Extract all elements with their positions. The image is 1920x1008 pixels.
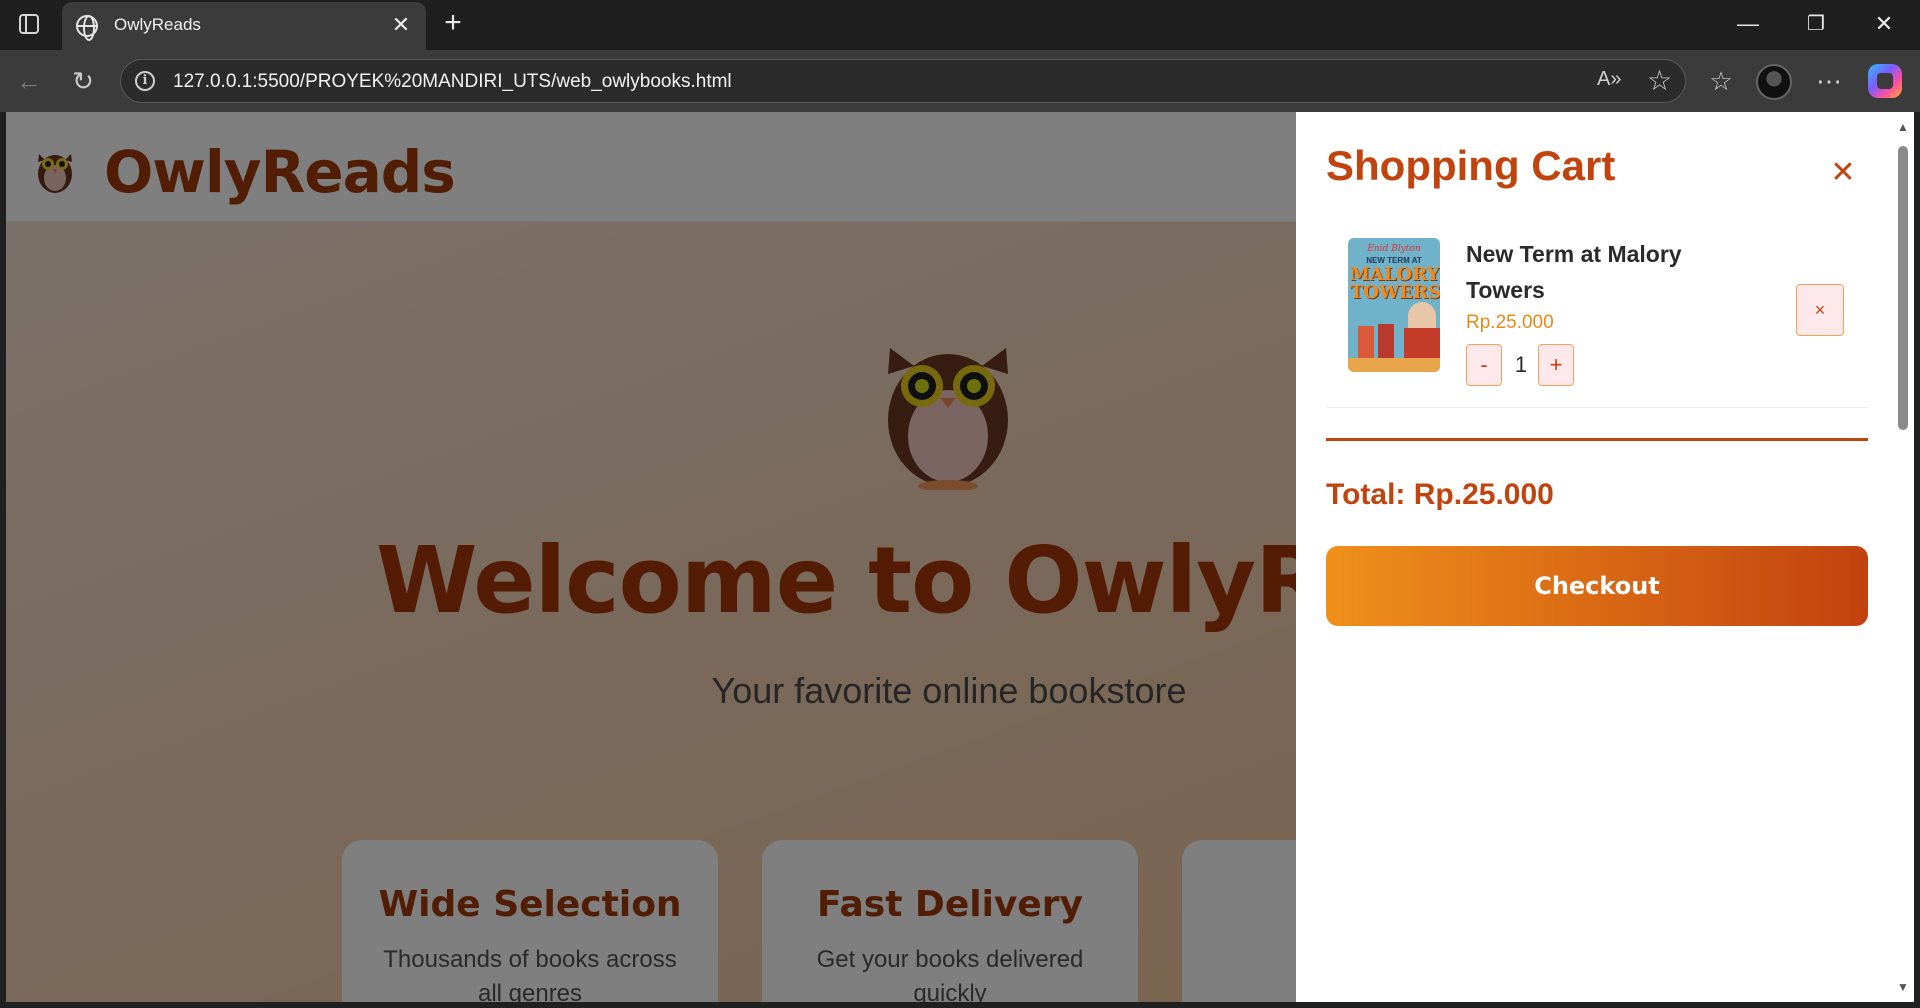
cart-item: Enid Blyton NEW TERM AT MALORY TOWERS Ne… [1326,232,1868,408]
globe-icon [76,15,98,41]
favorite-star-icon[interactable]: ☆ [1647,64,1672,97]
browser-tab[interactable]: OwlyReads ✕ [62,2,426,50]
quantity-value: 1 [1514,352,1528,377]
book-cover-image: Enid Blyton NEW TERM AT MALORY TOWERS [1348,238,1440,372]
tab-title: OwlyReads [114,15,201,34]
cart-item-name: New Term at Malory Towers [1466,241,1682,303]
site-info-icon[interactable]: i [135,71,155,91]
cart-divider [1326,438,1868,441]
favorites-icon[interactable]: ☆ [1704,64,1738,98]
tab-actions-icon[interactable] [14,12,48,38]
back-icon[interactable]: ← [12,64,46,98]
window-bottom-edge [0,1002,1920,1008]
restore-icon[interactable]: ❐ [1796,8,1836,40]
minimize-icon[interactable]: — [1728,8,1768,40]
page-scrollbar[interactable]: ▲ ▼ [1892,112,1914,1002]
remove-item-button[interactable]: × [1796,284,1844,336]
scroll-down-icon[interactable]: ▼ [1896,980,1910,994]
cart-total: Total: Rp.25.000 [1326,478,1554,511]
close-tab-icon[interactable]: ✕ [388,12,414,38]
more-icon[interactable]: ⋯ [1812,64,1846,98]
scroll-up-icon[interactable]: ▲ [1896,120,1910,134]
shopping-cart-panel: Shopping Cart ✕ Enid Blyton NEW TERM AT … [1296,112,1892,1002]
browser-tab-bar: OwlyReads ✕ + — ❐ ✕ [0,0,1920,50]
refresh-icon[interactable]: ↻ [66,64,100,98]
copilot-icon[interactable] [1868,64,1902,98]
cart-item-price: Rp.25.000 [1466,312,1554,333]
read-aloud-icon[interactable]: A» [1597,68,1621,91]
scrollbar-thumb[interactable] [1898,146,1908,430]
close-cart-icon[interactable]: ✕ [1828,158,1858,188]
url-field[interactable]: i 127.0.0.1:5500/PROYEK%20MANDIRI_UTS/we… [120,59,1686,103]
decrease-quantity-button[interactable]: - [1466,344,1502,386]
page-viewport: OwlyReads Welcome to OwlyReads Your favo… [6,112,1892,1002]
window-close-icon[interactable]: ✕ [1864,8,1904,40]
profile-avatar[interactable] [1756,64,1792,100]
new-tab-icon[interactable]: + [438,8,468,38]
checkout-button[interactable]: Checkout [1326,546,1868,626]
address-bar: ← ↻ i 127.0.0.1:5500/PROYEK%20MANDIRI_UT… [0,50,1920,112]
url-text: 127.0.0.1:5500/PROYEK%20MANDIRI_UTS/web_… [173,71,732,92]
cart-title: Shopping Cart [1326,142,1616,189]
increase-quantity-button[interactable]: + [1538,344,1574,386]
